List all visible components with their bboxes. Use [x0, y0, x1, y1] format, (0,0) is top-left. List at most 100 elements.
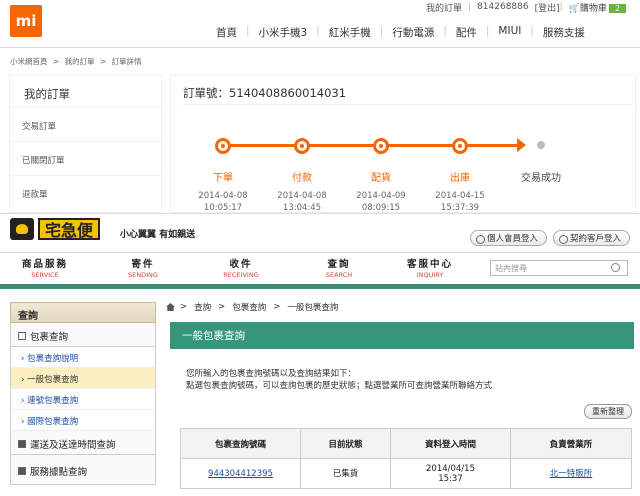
nav-underline-bar [0, 284, 640, 289]
breadcrumb-parcel[interactable]: 包裹查詢 [232, 301, 266, 313]
nav-sublabel: RECEIVING [223, 271, 259, 279]
date-value: 2014/04/15 [426, 463, 475, 474]
description-line: 點選包裹查詢號碼，可以查詢包裹的歷史狀態；點選營業所可查詢營業所聯絡方式 [186, 381, 493, 391]
sidebar-item-international[interactable]: › 國際包裹查詢 [10, 410, 156, 431]
nav-label: 查詢 [327, 259, 351, 270]
progress-arrow-icon [517, 138, 526, 152]
nav-sublabel: SEARCH [325, 271, 353, 279]
sidebar-item-label: 國際包裹查詢 [27, 417, 79, 427]
breadcrumb: 小米網首頁 > 我的訂單 > 訂單詳情 [10, 56, 145, 67]
user-name[interactable]: 814268886 [471, 2, 535, 12]
step-dot-packing [373, 138, 389, 154]
tracking-table: 包裹查詢號碼 目前狀態 資料登入時間 負責營業所 944304412395 已集… [180, 428, 632, 489]
nav-sending[interactable]: 寄件 SENDING [108, 256, 178, 279]
tqb-slogan: 小心翼翼 有如親送 [120, 230, 196, 240]
sidebar-item-label: 一般包裹查詢 [27, 375, 79, 385]
member-login-button[interactable]: 個人會員登入 [470, 230, 548, 246]
progress-line [223, 144, 521, 147]
search-icon[interactable] [611, 263, 620, 272]
sidebar-group-locations[interactable]: 服務據點查詢 [10, 455, 156, 485]
nav-powerbank[interactable]: 行動電源 [383, 25, 443, 43]
order-detail-panel: 訂單號：5140408860014031 下單 付款 配貨 出庫 交易成功 20… [170, 75, 636, 213]
divider [183, 104, 633, 105]
page-title: 一般包裹查詢 [170, 322, 634, 349]
mi-header: mi 我的訂單 | 814268886 [登出] | 🛒購物車 2 首頁 | 小米手… [0, 0, 640, 46]
orders-sidebar: 我的訂單 交易訂單 已關閉訂單 退款單 [9, 75, 162, 213]
sidebar-group-label: 運送及送達時間查詢 [30, 440, 116, 451]
breadcrumb-orders[interactable]: 我的訂單 [65, 57, 95, 66]
cart-icon: 🛒 [568, 3, 580, 14]
breadcrumb-sep: > [52, 57, 60, 66]
corporate-login-button[interactable]: 契約客戶登入 [553, 230, 631, 246]
status-cell: 已集貨 [300, 458, 391, 489]
divider [0, 252, 640, 253]
table-header-row: 包裹查詢號碼 目前狀態 資料登入時間 負責營業所 [180, 428, 632, 459]
description-line: 您所輸入的包裹查詢號碼以及查詢結果如下： [186, 369, 357, 379]
nav-label: 商品服務 [21, 259, 68, 270]
sidebar-group-label: 服務據點查詢 [30, 467, 88, 478]
expand-icon [18, 440, 26, 448]
table-row: 944304412395 已集貨 2014/04/15 15:37 北一特販所 [180, 458, 632, 489]
sidebar-title: 查詢 [10, 302, 156, 323]
sidebar-group-delivery-time[interactable]: 運送及送達時間查詢 [10, 431, 156, 455]
tqb-main-nav: 商品服務 SERVICE 寄件 SENDING 收件 RECEIVING 查詢 SEAR… [0, 256, 490, 280]
nav-inquiry[interactable]: 客服中心 INQUIRY [395, 256, 465, 279]
breadcrumb-sep: > [180, 302, 188, 312]
collapse-icon [18, 332, 26, 340]
sidebar-item-trade-orders[interactable]: 交易訂單 [10, 108, 161, 142]
nav-redmi[interactable]: 紅米手機 [320, 25, 380, 43]
step-name-payment: 付款 [292, 173, 312, 184]
logout-link[interactable]: [登出] [535, 1, 560, 14]
column-header: 資料登入時間 [390, 428, 511, 459]
step-name-order: 下單 [213, 173, 233, 184]
site-search-input[interactable]: 站內搜尋 [490, 260, 628, 276]
refresh-button[interactable]: 重新整理 [584, 404, 632, 419]
nav-sublabel: SERVICE [31, 271, 59, 279]
sidebar-item-general[interactable]: › 一般包裹查詢 [10, 368, 156, 389]
cart-link[interactable]: 🛒購物車 2 [563, 1, 632, 14]
nav-miui[interactable]: MIUI [489, 25, 530, 43]
mi-main-nav: 首頁 | 小米手機3 | 紅米手機 | 行動電源 | 配件 | MIUI | 服務支援 [207, 25, 594, 43]
step-date: 2014-04-08 [277, 191, 327, 201]
sidebar-item-refunds[interactable]: 退款單 [10, 176, 161, 210]
sidebar-item-help[interactable]: › 包裹查詢說明 [10, 347, 156, 368]
breadcrumb-search[interactable]: 查詢 [194, 301, 211, 313]
sidebar-group-parcel[interactable]: 包裹查詢 [10, 323, 156, 347]
home-icon[interactable] [166, 303, 175, 311]
sidebar-item-label: 包裹查詢說明 [27, 354, 79, 364]
sidebar-item-serial[interactable]: › 連號包裹查詢 [10, 389, 156, 410]
tqb-logo[interactable]: 宅急便 [10, 217, 101, 241]
step-name-complete: 交易成功 [521, 173, 561, 184]
nav-home[interactable]: 首頁 [207, 25, 246, 43]
nav-mi3[interactable]: 小米手機3 [250, 25, 317, 43]
mi-top-links: 我的訂單 | 814268886 [登出] | 🛒購物車 2 [420, 0, 632, 14]
sidebar-item-closed-orders[interactable]: 已關閉訂單 [10, 142, 161, 176]
order-number: 訂單號：5140408860014031 [183, 85, 346, 101]
expand-icon [18, 467, 26, 475]
nav-label: 寄件 [131, 259, 155, 270]
nav-search[interactable]: 查詢 SEARCH [304, 256, 374, 279]
step-dot-order [215, 138, 231, 154]
breadcrumb-home[interactable]: 小米網首頁 [10, 57, 48, 66]
nav-accessories[interactable]: 配件 [447, 25, 486, 43]
office-link[interactable]: 北一特販所 [510, 458, 632, 489]
breadcrumb-sep: > [99, 57, 107, 66]
tracking-number-link[interactable]: 944304412395 [180, 458, 301, 489]
mi-logo[interactable]: mi [10, 5, 42, 37]
step-date-packing: 2014-04-09 08:09:15 [346, 190, 416, 214]
sidebar-group-label: 包裹查詢 [30, 332, 69, 343]
sidebar-title: 我的訂單 [10, 76, 161, 108]
black-cat-icon [10, 218, 34, 240]
step-dot-payment [294, 138, 310, 154]
nav-receiving[interactable]: 收件 RECEIVING [206, 256, 276, 279]
tqb-page: 宅急便 小心翼翼 有如親送 個人會員登入 契約客戶登入 商品服務 SERVICE … [0, 213, 640, 496]
nav-support[interactable]: 服務支援 [534, 25, 594, 43]
page-description: 您所輸入的包裹查詢號碼以及查詢結果如下： 點選包裹查詢號碼，可以查詢包裹的歷史狀… [186, 368, 492, 392]
nav-service[interactable]: 商品服務 SERVICE [10, 256, 80, 279]
sidebar-item-label: 連號包裹查詢 [27, 396, 79, 406]
my-orders-link[interactable]: 我的訂單 [420, 1, 468, 14]
order-number-value: 5140408860014031 [229, 86, 347, 100]
nav-sublabel: SENDING [128, 271, 158, 279]
nav-label: 客服中心 [406, 259, 453, 270]
datetime-cell: 2014/04/15 15:37 [390, 458, 511, 489]
